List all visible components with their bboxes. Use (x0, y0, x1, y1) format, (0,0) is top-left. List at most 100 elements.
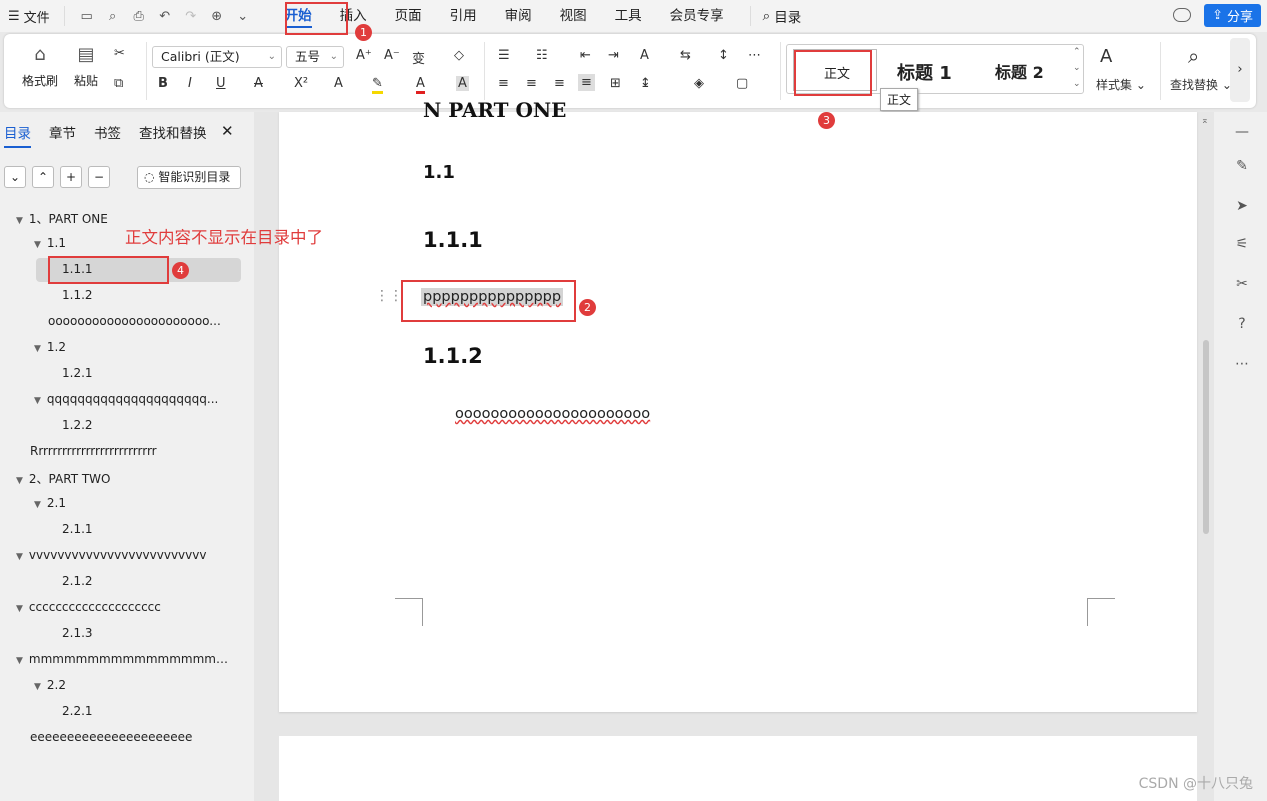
shading-icon[interactable]: ◈ (694, 76, 704, 91)
expand-triangle-icon[interactable]: ▼ (16, 216, 23, 226)
expand-triangle-icon[interactable]: ▼ (34, 240, 41, 250)
expand-triangle-icon[interactable]: ▼ (16, 656, 23, 666)
sort-icon[interactable]: ↕ (718, 48, 729, 63)
expand-triangle-icon[interactable]: ▼ (34, 344, 41, 354)
expand-triangle-icon[interactable]: ▼ (16, 552, 23, 562)
tab-review[interactable]: 审阅 (491, 0, 546, 32)
expand-triangle-icon[interactable]: ▼ (34, 682, 41, 692)
style-scroll-down-icon[interactable]: ⌄ (1073, 63, 1081, 73)
toc-item[interactable]: 2.1.2 (62, 574, 93, 588)
heading-1-1[interactable]: 1.1 (423, 162, 455, 183)
heading-1-1-2[interactable]: 1.1.2 (423, 344, 483, 368)
smart-toc-button[interactable]: ◌ 智能识别目录 (137, 166, 241, 189)
toc-item[interactable]: oooooooooooooooooooooo... (48, 314, 221, 328)
toc-item[interactable]: ▼ mmmmmmmmmmmmmmmmm... (16, 652, 236, 666)
show-marks-icon[interactable]: ⋯ (748, 48, 761, 63)
toc-item[interactable]: 1.2.2 (62, 418, 93, 432)
redo-icon[interactable]: ↷ (183, 8, 199, 24)
undo-icon[interactable]: ↶ (157, 8, 173, 24)
minimize-icon[interactable]: — (1233, 124, 1251, 142)
style-scroll-up-icon[interactable]: ⌃ (1073, 47, 1081, 57)
scroll-top-icon[interactable]: ⌅ (1201, 116, 1209, 126)
body-paragraph-o[interactable]: oooooooooooooooooooooo (455, 406, 650, 422)
more-chevron-icon[interactable]: ⌄ (235, 8, 251, 24)
sliders-icon[interactable]: ⚟ (1233, 236, 1251, 254)
font-color-icon[interactable]: A (416, 76, 425, 94)
find-replace-button[interactable]: 查找替换 ⌄ (1170, 76, 1232, 93)
toc-item[interactable]: Rrrrrrrrrrrrrrrrrrrrrrrrrr (30, 444, 157, 458)
more-icon[interactable]: ⋯ (1233, 356, 1251, 374)
italic-icon[interactable]: I (188, 76, 192, 91)
toc-item[interactable]: ▼ 1、PART ONE (16, 210, 108, 227)
bullet-list-icon[interactable]: ☰ (498, 48, 510, 63)
tab-tools[interactable]: 工具 (601, 0, 656, 32)
new-doc-icon[interactable]: ⊕ (209, 8, 225, 24)
tab-bookmark[interactable]: 书签 (94, 122, 121, 148)
toc-item[interactable]: ▼ cccccccccccccccccccc (16, 600, 161, 614)
tab-references[interactable]: 引用 (436, 0, 491, 32)
paste-button[interactable]: ▤ 粘贴 (64, 42, 108, 89)
search-toc[interactable]: ⌕ 目录 (749, 6, 801, 26)
line-spacing-icon[interactable]: ↨ (640, 76, 651, 91)
superscript-icon[interactable]: X² (294, 76, 308, 91)
expand-triangle-icon[interactable]: ▼ (16, 604, 23, 614)
file-menu[interactable]: ☰ 文件 (0, 7, 58, 26)
toc-item[interactable]: ▼ vvvvvvvvvvvvvvvvvvvvvvvvv (16, 548, 206, 562)
tab-page[interactable]: 页面 (381, 0, 436, 32)
close-icon[interactable]: ✕ (221, 122, 234, 140)
numbered-list-icon[interactable]: ☷ (536, 48, 548, 63)
tab-view[interactable]: 视图 (546, 0, 601, 32)
underline-icon[interactable]: U (216, 76, 226, 91)
toc-item[interactable]: ▼ qqqqqqqqqqqqqqqqqqqqq... (34, 392, 218, 406)
toc-item[interactable]: ▼ 2、PART TWO (16, 470, 111, 487)
style-heading2[interactable]: 标题 2 (995, 59, 1044, 83)
char-shading-icon[interactable]: A (456, 76, 469, 91)
export-icon[interactable]: ⌕ (105, 8, 121, 24)
toc-item[interactable]: ▼ 1.2 (34, 340, 66, 354)
justify-icon[interactable]: ≡ (578, 74, 595, 91)
copy-icon[interactable]: ⧉ (114, 76, 123, 91)
font-name-select[interactable]: Calibri (正文) ⌄ (152, 46, 282, 68)
heading-part-one[interactable]: N PART ONE (423, 98, 566, 122)
toc-item[interactable]: 2.2.1 (62, 704, 93, 718)
align-center-icon[interactable]: ≡ (526, 76, 537, 91)
tab-chapter[interactable]: 章节 (49, 122, 76, 148)
char-spacing-icon[interactable]: A (640, 48, 649, 63)
font-shrink-icon[interactable]: A⁻ (384, 48, 400, 63)
toc-item[interactable]: eeeeeeeeeeeeeeeeeeeeee (30, 730, 192, 744)
drag-handle-icon[interactable]: ⋮⋮ (375, 288, 403, 304)
bold-icon[interactable]: B (158, 76, 168, 91)
tools-icon[interactable]: ✂ (1233, 276, 1251, 294)
tab-member[interactable]: 会员专享 (656, 0, 738, 32)
toc-item[interactable]: ▼ 1.1 (34, 236, 66, 250)
toc-item[interactable]: 2.1.1 (62, 522, 93, 536)
strikethrough-icon[interactable]: A (254, 76, 263, 91)
heading-1-1-1[interactable]: 1.1.1 (423, 228, 483, 252)
border-icon[interactable]: ▢ (736, 76, 748, 91)
tab-toc[interactable]: 目录 (4, 122, 31, 148)
save-icon[interactable]: ▭ (79, 8, 95, 24)
demote-button[interactable]: − (88, 166, 110, 188)
toc-item[interactable]: 2.1.3 (62, 626, 93, 640)
print-preview-icon[interactable]: ⎙ (131, 8, 147, 24)
cloud-icon[interactable] (1173, 8, 1191, 22)
clear-format-icon[interactable]: ◇ (454, 48, 464, 63)
text-effect-icon[interactable]: A (334, 76, 343, 91)
style-set-button[interactable]: 样式集 ⌄ (1096, 76, 1146, 93)
decrease-indent-icon[interactable]: ⇤ (580, 48, 591, 63)
align-left-icon[interactable]: ≡ (498, 76, 509, 91)
text-direction-icon[interactable]: ⇆ (680, 48, 691, 63)
align-right-icon[interactable]: ≡ (554, 76, 565, 91)
pen-icon[interactable]: ✎ (1233, 158, 1251, 176)
highlight-icon[interactable]: ✎ (372, 76, 383, 94)
ribbon-scroll-right-icon[interactable]: › (1230, 38, 1250, 102)
expand-triangle-icon[interactable]: ▼ (34, 396, 41, 406)
increase-indent-icon[interactable]: ⇥ (608, 48, 619, 63)
scrollbar-thumb[interactable] (1203, 340, 1209, 534)
promote-button[interactable]: + (60, 166, 82, 188)
phonetic-icon[interactable]: 变 (412, 48, 425, 67)
help-icon[interactable]: ? (1233, 316, 1251, 334)
format-painter-button[interactable]: ⌂ 格式刷 (18, 42, 62, 89)
tab-find-replace[interactable]: 查找和替换 (139, 122, 207, 148)
share-button[interactable]: ⇪ 分享 (1204, 4, 1261, 27)
